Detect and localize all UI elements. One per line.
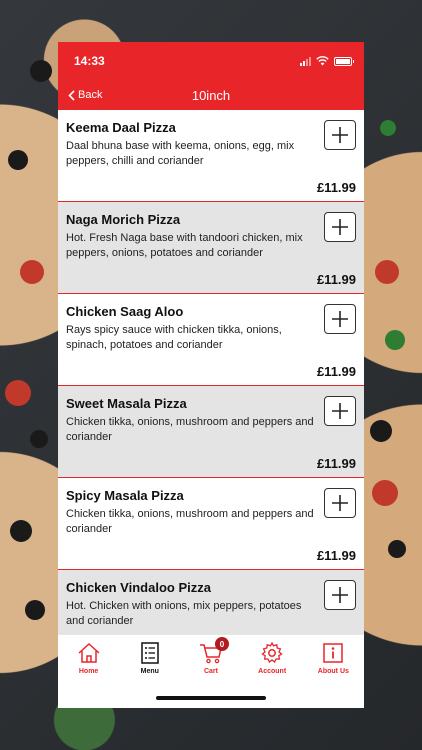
item-name: Chicken Vindaloo Pizza <box>66 580 211 595</box>
plus-icon <box>332 403 348 419</box>
list-item: Chicken Vindaloo Pizza Hot. Chicken with… <box>58 570 364 634</box>
item-description: Chicken tikka, onions, mushroom and pepp… <box>66 416 314 443</box>
item-name: Sweet Masala Pizza <box>66 396 187 411</box>
item-description: Chicken tikka, onions, mushroom and pepp… <box>66 508 314 535</box>
item-name: Keema Daal Pizza <box>66 120 176 135</box>
item-description: Hot. Fresh Naga base with tandoori chick… <box>66 232 303 259</box>
item-price: £11.99 <box>316 364 356 379</box>
list-item: Keema Daal Pizza Daal bhuna base with ke… <box>58 110 364 202</box>
item-name: Naga Morich Pizza <box>66 212 181 227</box>
tab-about-us[interactable]: About Us <box>305 641 361 708</box>
item-description: Hot. Chicken with onions, mix peppers, p… <box>66 600 302 627</box>
item-description: Daal bhuna base with keema, onions, egg,… <box>66 140 295 167</box>
add-to-cart-button[interactable] <box>324 396 356 426</box>
info-icon <box>323 643 344 663</box>
tab-label: Account <box>258 668 287 675</box>
add-to-cart-button[interactable] <box>324 120 356 150</box>
item-price: £11.99 <box>316 180 356 195</box>
add-to-cart-button[interactable] <box>324 212 356 242</box>
nav-bar: Back 10inch <box>58 80 364 110</box>
battery-icon <box>334 56 354 66</box>
list-item: Chicken Saag Aloo Rays spicy sauce with … <box>58 294 364 386</box>
plus-icon <box>332 587 348 603</box>
page-title: 10inch <box>191 87 231 103</box>
home-icon <box>78 642 100 663</box>
item-price: £11.99 <box>316 272 356 287</box>
menu-icon <box>141 642 159 664</box>
tab-label: Home <box>78 668 99 675</box>
item-price: £11.99 <box>316 548 356 563</box>
app-screen: 14:33 Back 10inch Keema Daal Pizza Daal … <box>58 42 364 708</box>
add-to-cart-button[interactable] <box>324 488 356 518</box>
back-label: Back <box>78 89 103 101</box>
status-icons <box>300 56 354 66</box>
item-price: £11.99 <box>316 456 356 471</box>
home-indicator <box>156 696 266 700</box>
plus-icon <box>332 495 348 511</box>
tab-bar: Home Menu 0 Cart Account About Us <box>58 634 364 708</box>
tab-label: Menu <box>140 668 159 675</box>
plus-icon <box>332 311 348 327</box>
tab-label: Cart <box>203 668 218 675</box>
list-item: Spicy Masala Pizza Chicken tikka, onions… <box>58 478 364 570</box>
gear-icon <box>261 641 283 663</box>
tab-home[interactable]: Home <box>61 641 117 708</box>
item-name: Spicy Masala Pizza <box>66 488 184 503</box>
plus-icon <box>332 219 348 235</box>
wifi-icon <box>316 56 329 66</box>
add-to-cart-button[interactable] <box>324 304 356 334</box>
cart-count-badge: 0 <box>214 637 229 651</box>
status-time: 14:33 <box>74 54 105 68</box>
tab-label: About Us <box>317 668 349 675</box>
plus-icon <box>332 127 348 143</box>
item-description: Rays spicy sauce with chicken tikka, oni… <box>66 324 282 351</box>
list-item: Naga Morich Pizza Hot. Fresh Naga base w… <box>58 202 364 294</box>
chevron-left-icon <box>68 89 75 101</box>
signal-icon <box>300 56 311 66</box>
status-bar: 14:33 <box>58 42 364 80</box>
add-to-cart-button[interactable] <box>324 580 356 610</box>
back-button[interactable]: Back <box>68 80 102 110</box>
product-list: Keema Daal Pizza Daal bhuna base with ke… <box>58 110 364 634</box>
list-item: Sweet Masala Pizza Chicken tikka, onions… <box>58 386 364 478</box>
item-name: Chicken Saag Aloo <box>66 304 184 319</box>
